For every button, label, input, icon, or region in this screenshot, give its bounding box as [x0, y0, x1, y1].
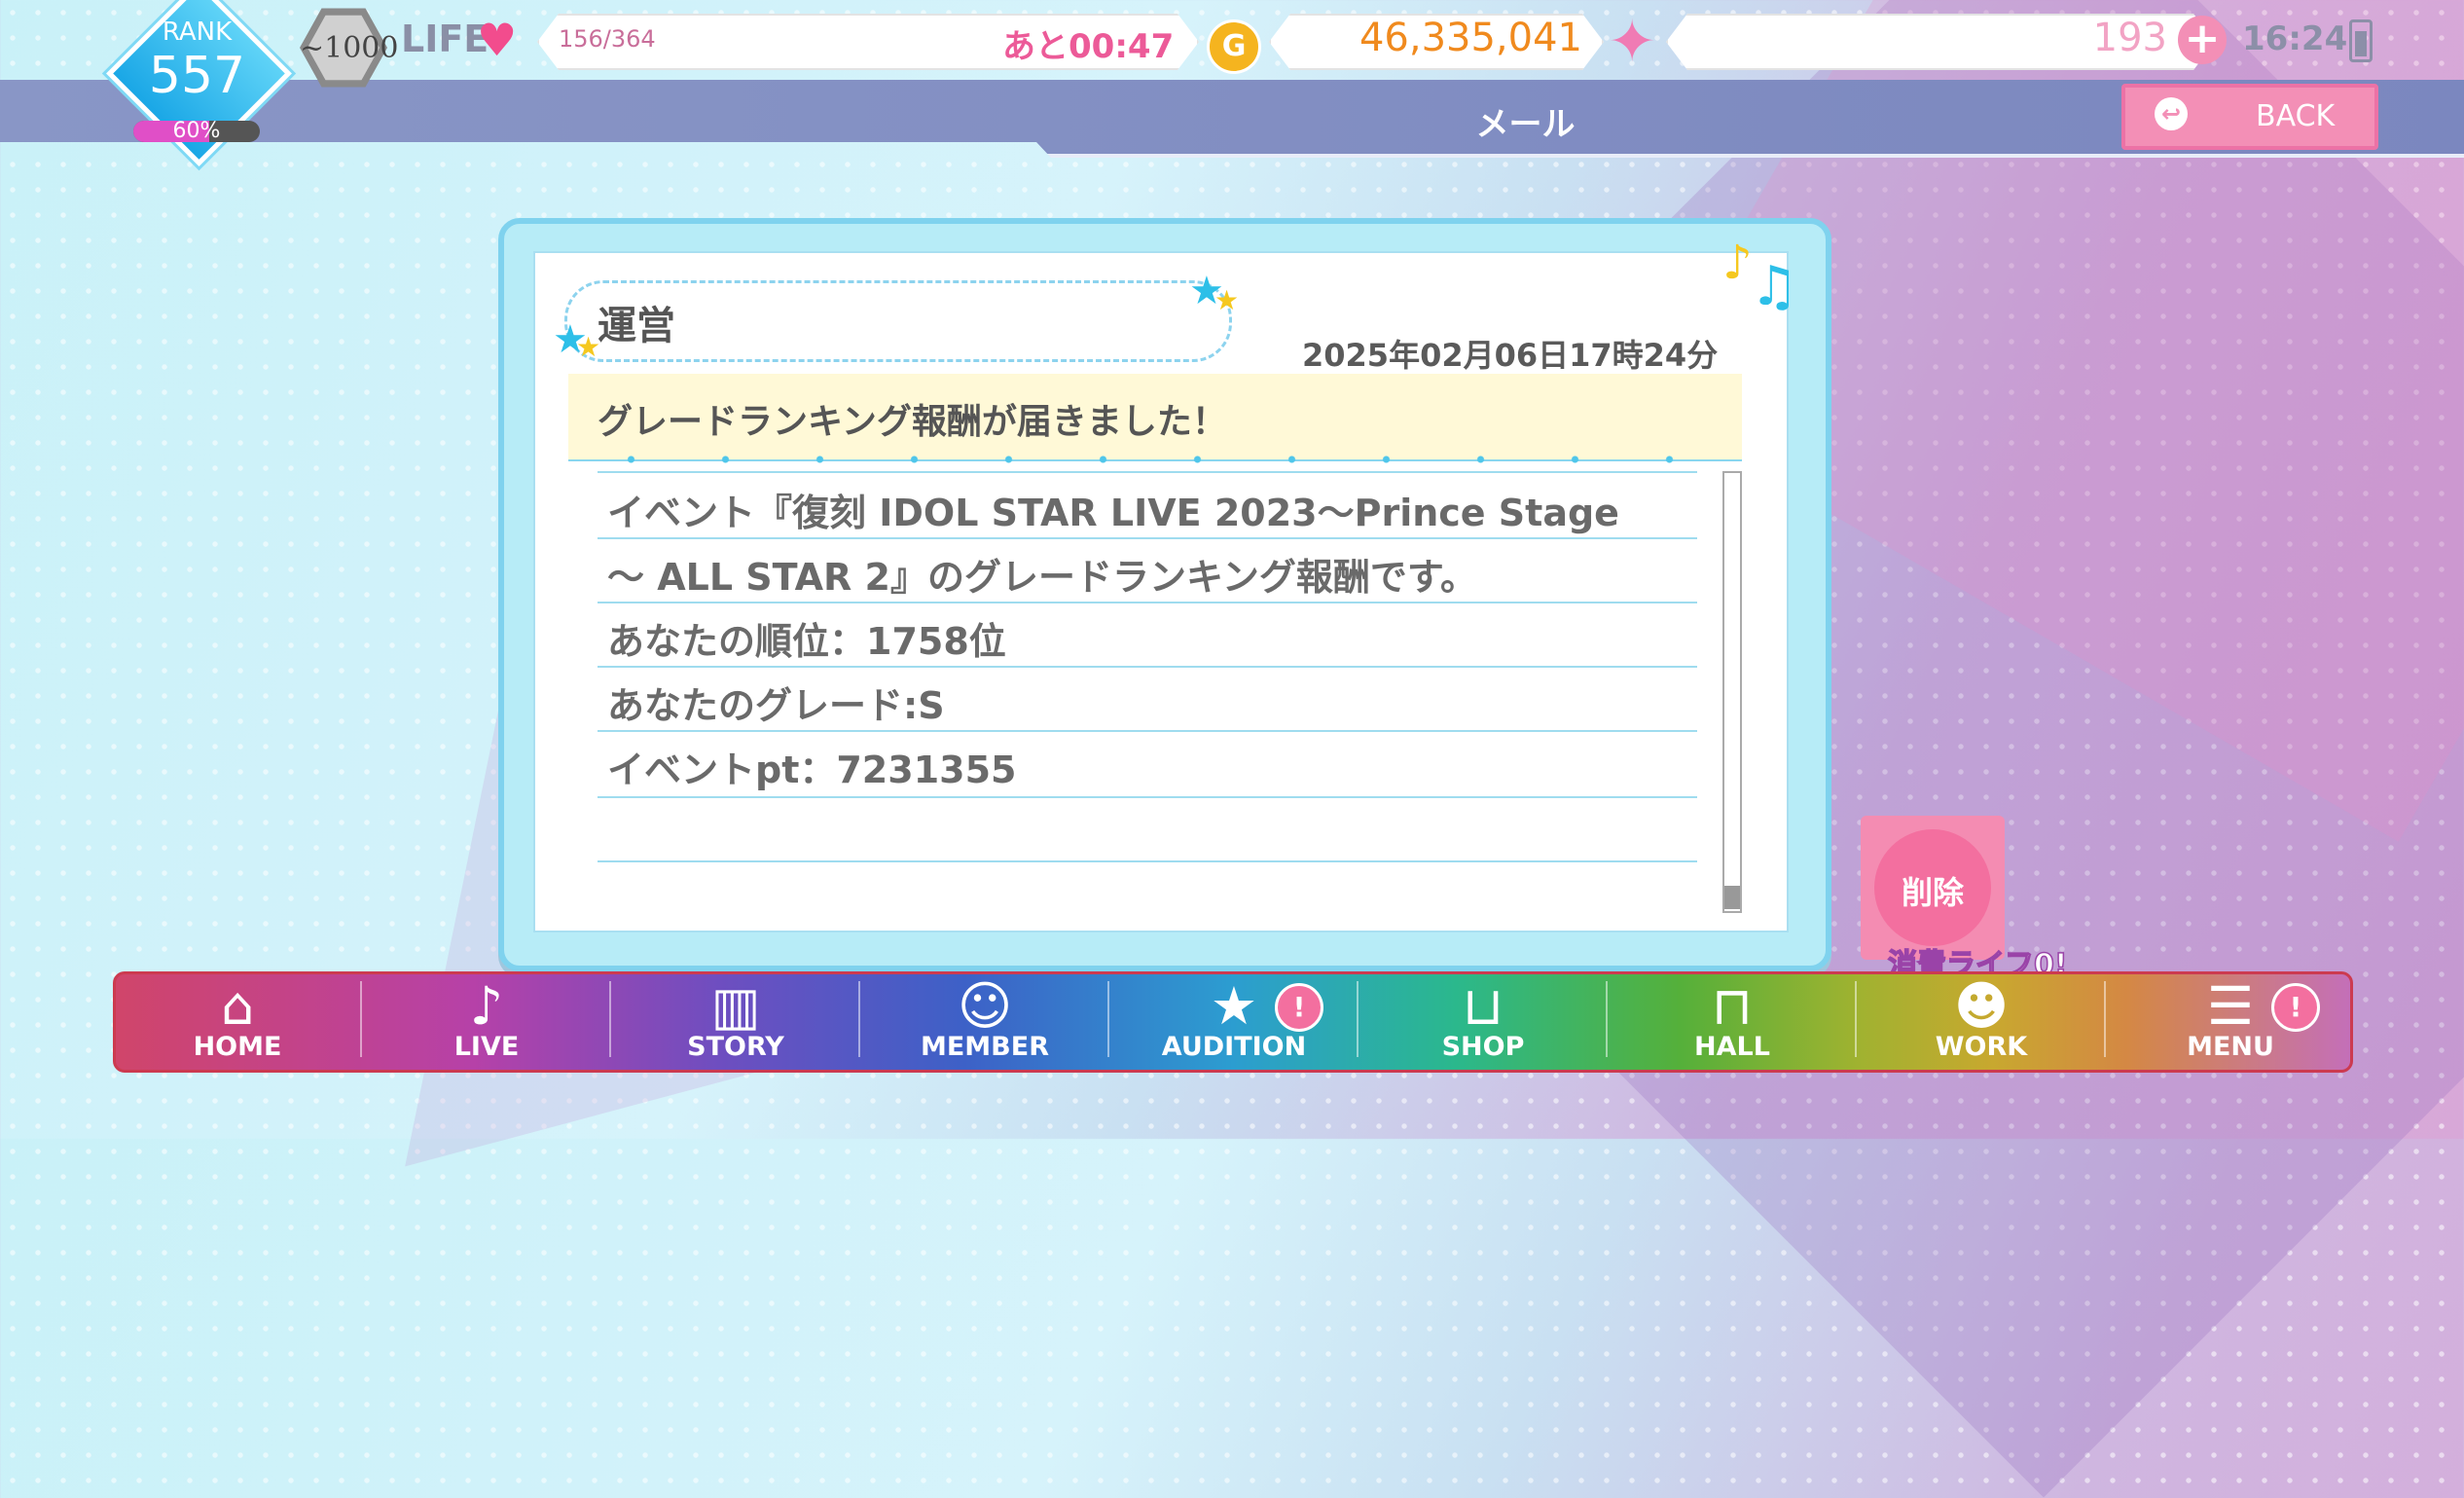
jewel-value: 193	[2092, 16, 2167, 60]
mail-body-line: イベントpt：7231355	[607, 749, 1017, 791]
stage-icon: ⊓	[1711, 975, 1754, 1037]
jewel-sparkle-icon: ✦	[1608, 8, 1657, 76]
basket-icon: ⊔	[1462, 975, 1504, 1037]
mail-date: 2025年02月06日17時24分	[1302, 337, 1719, 374]
back-label: BACK	[2256, 99, 2336, 133]
delete-label: 削除	[1901, 874, 1964, 911]
divider	[598, 860, 1697, 862]
nav-label: HOME	[193, 1032, 282, 1062]
divider	[598, 537, 1697, 539]
header-bar	[0, 80, 2464, 158]
rank-value: 557	[148, 47, 246, 105]
notification-badge-icon: !	[1275, 983, 1323, 1032]
mail-body-line: あなたのグレード:S	[607, 684, 945, 727]
music-note-icon: ♪	[469, 975, 504, 1037]
mail-body-line: イベント『復刻 IDOL STAR LIVE 2023〜Prince Stage	[607, 492, 1619, 534]
gold-value: 46,335,041	[1359, 16, 1582, 60]
life-value: 156/364	[559, 25, 656, 53]
battery-icon	[2349, 19, 2373, 62]
nav-hall[interactable]: ⊓ HALL	[1608, 971, 1857, 1067]
mail-scrollbar[interactable]	[1722, 471, 1742, 913]
nav-audition[interactable]: ★ AUDITION	[1109, 971, 1359, 1067]
back-arrow-icon: ↩	[2155, 97, 2188, 130]
mail-sender: 運営	[598, 304, 675, 348]
divider	[598, 471, 1697, 473]
nav-live[interactable]: ♪ LIVE	[362, 971, 611, 1067]
page-title: メール	[1475, 105, 1576, 144]
rank-badge[interactable]: RANK 557 60%	[106, 0, 292, 166]
music-note-icon: ♪	[1722, 236, 1753, 290]
mail-subject: グレードランキング報酬が届きました！	[598, 402, 1227, 442]
nav-label: MEMBER	[921, 1032, 1049, 1062]
music-note-icon: ♫	[1750, 255, 1799, 318]
member-icon: ☺	[957, 975, 1013, 1037]
divider	[598, 602, 1697, 603]
gold-coin-icon: G	[1207, 19, 1261, 74]
star-sparkle-icon: ★	[576, 331, 601, 363]
home-icon: ⌂	[220, 975, 255, 1037]
medal-badge[interactable]: ~1000	[300, 4, 399, 91]
star-sparkle-icon: ★	[1214, 284, 1240, 316]
nav-label: SHOP	[1441, 1032, 1525, 1062]
nav-label: WORK	[1935, 1032, 2028, 1062]
nav-label: HALL	[1694, 1032, 1770, 1062]
medal-text: ~1000	[300, 31, 399, 65]
life-label: LIFE	[401, 18, 489, 60]
back-button[interactable]: ↩ BACK	[2121, 84, 2378, 150]
nav-work[interactable]: ☻ WORK	[1857, 971, 2106, 1067]
notification-badge-icon: !	[2271, 983, 2320, 1032]
nav-story[interactable]: ▥ STORY	[611, 971, 860, 1067]
audition-card-icon: ★	[1210, 975, 1258, 1037]
book-icon: ▥	[710, 975, 761, 1037]
mail-body-line: あなたの順位：1758位	[607, 620, 1006, 663]
mail-body-line: 〜 ALL STAR 2』のグレードランキング報酬です。	[607, 556, 1478, 599]
work-icon: ☻	[1953, 975, 2010, 1037]
nav-label: MENU	[2187, 1032, 2274, 1062]
nav-member[interactable]: ☺ MEMBER	[860, 971, 1109, 1067]
add-jewel-button[interactable]: +	[2178, 16, 2227, 64]
nav-label: LIVE	[453, 1032, 520, 1062]
clock: 16:24	[2242, 19, 2348, 58]
heart-icon: ♥	[477, 14, 518, 66]
nav-menu[interactable]: ☰ MENU	[2106, 971, 2355, 1067]
nav-home[interactable]: ⌂ HOME	[113, 971, 362, 1067]
divider	[598, 666, 1697, 668]
life-timer: あと00:47	[1002, 27, 1175, 66]
divider	[598, 730, 1697, 732]
rank-label: RANK	[162, 18, 233, 47]
nav-label: STORY	[687, 1032, 784, 1062]
scrollbar-thumb[interactable]	[1724, 886, 1740, 909]
divider	[598, 796, 1697, 798]
menu-list-icon: ☰	[2206, 975, 2255, 1037]
nav-shop[interactable]: ⊔ SHOP	[1359, 971, 1608, 1067]
nav-label: AUDITION	[1161, 1032, 1307, 1062]
dotted-divider	[584, 454, 1742, 465]
rank-percent: 60%	[172, 119, 221, 143]
